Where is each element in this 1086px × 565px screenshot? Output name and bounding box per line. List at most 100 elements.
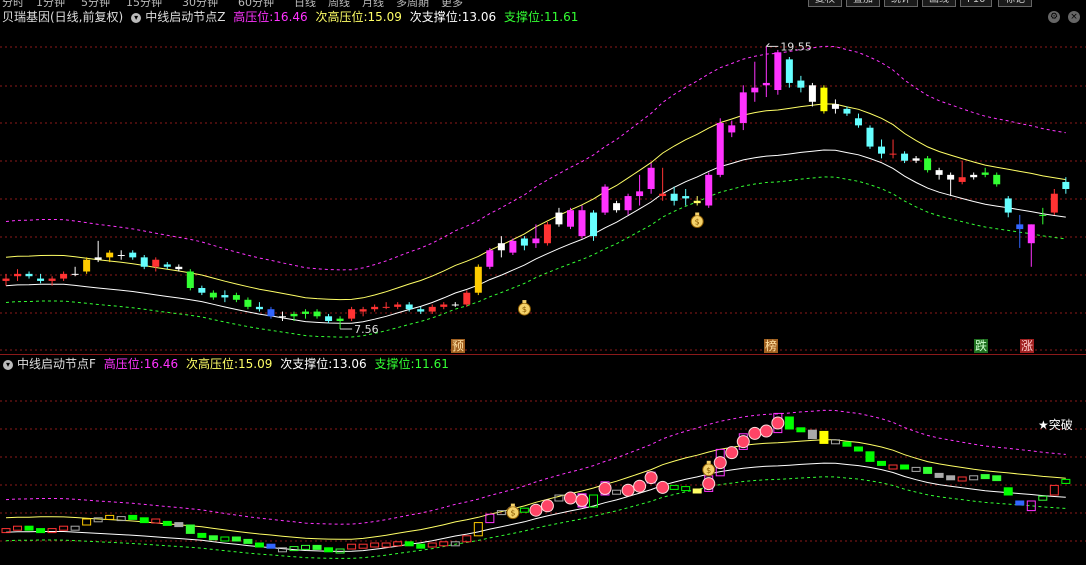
signal-box: [416, 543, 426, 549]
toolbar-tab[interactable]: 周线: [328, 0, 350, 7]
signal-box: [1049, 484, 1059, 496]
signal-box: [266, 543, 276, 549]
candle-body: [693, 200, 701, 204]
toolbar-tab[interactable]: 日线: [294, 0, 316, 7]
toolbar-button[interactable]: 画线: [922, 0, 956, 7]
candle-body: [520, 238, 528, 246]
candle-body: [71, 273, 79, 275]
candle-body: [394, 304, 402, 307]
indicator-name[interactable]: 中线启动节点Z: [145, 10, 225, 24]
candle-body: [970, 174, 978, 178]
peach-icon: [759, 424, 773, 438]
indicator-name-f[interactable]: 中线启动节点F: [17, 357, 96, 371]
candle-body: [440, 304, 448, 307]
candle-body: [532, 238, 540, 244]
signal-box: [900, 464, 910, 470]
candle-body: [2, 278, 10, 281]
toolbar-tab[interactable]: 15分钟: [126, 0, 162, 7]
sub-high-value: 15.09: [238, 357, 273, 371]
support-label: 支撑位:: [503, 10, 544, 24]
candle-body: [186, 271, 194, 288]
candle-body: [290, 313, 298, 317]
candle-body: [993, 174, 1001, 185]
close-icon[interactable]: ×: [1068, 11, 1080, 23]
candle-body: [912, 158, 920, 161]
signal-box: [865, 451, 875, 462]
candle-body: [140, 257, 148, 267]
signal-box: [243, 538, 253, 544]
toolbar-button[interactable]: 复权: [808, 0, 842, 7]
signal-box: [139, 517, 149, 524]
money-bag-icon: $: [690, 212, 704, 228]
support-line: [5, 476, 1066, 559]
toolbar-tab[interactable]: 60分钟: [238, 0, 274, 7]
candle-body: [278, 316, 286, 318]
signal-box: [324, 547, 334, 553]
candle-body: [774, 52, 782, 90]
candle-body: [474, 266, 482, 293]
toolbar-tab[interactable]: 多周期: [396, 0, 429, 7]
candle-body: [244, 299, 252, 307]
signal-box: [842, 441, 852, 447]
candle-body: [14, 273, 22, 277]
toolbar-tab[interactable]: 1分钟: [36, 0, 65, 7]
signal-box: [347, 543, 357, 550]
candle-body: [117, 255, 125, 256]
candle-body: [647, 167, 655, 189]
candle-body: [175, 266, 183, 270]
signal-tag-die: 跌: [975, 338, 987, 353]
signal-box: [312, 544, 322, 550]
candlestick-chart[interactable]: 19.55 7.56 $ $ 预 榜 跌 涨: [0, 24, 1086, 354]
candle-body: [163, 264, 171, 267]
stock-name[interactable]: 贝瑞基因(日线,前复权): [2, 10, 123, 24]
min-price-label: 7.56: [354, 323, 379, 336]
candle-body: [624, 196, 632, 211]
high-label: 高压位:: [103, 357, 144, 371]
signal-box: [888, 464, 898, 470]
peach-icon: [540, 499, 554, 513]
candle-body: [359, 309, 367, 312]
toolbar-tab[interactable]: 月线: [362, 0, 384, 7]
candle-body: [613, 203, 621, 211]
signal-box: [105, 514, 115, 520]
signal-box: [934, 472, 944, 478]
toolbar-button[interactable]: 统计: [884, 0, 918, 7]
money-bag-glyph: $: [706, 466, 711, 475]
peach-icon: [702, 477, 716, 491]
candle-body: [60, 273, 68, 279]
signal-box: [473, 522, 483, 537]
candle-body: [878, 146, 886, 154]
signal-box: [231, 536, 241, 542]
sub-high-label: 次高压位:: [185, 357, 239, 371]
gear-icon[interactable]: ⚙: [1048, 11, 1060, 23]
toolbar-button[interactable]: F10: [960, 0, 993, 7]
candle-body: [751, 87, 759, 93]
signal-box: [174, 522, 184, 528]
toolbar-tab[interactable]: 30分钟: [182, 0, 218, 7]
candle-body: [37, 278, 45, 281]
box-indicator-chart[interactable]: $ $ ★突破: [0, 373, 1086, 565]
candle-body: [463, 292, 471, 305]
signal-box: [404, 541, 414, 547]
toolbar-tab[interactable]: 5分钟: [81, 0, 110, 7]
chevron-down-icon[interactable]: ▾: [131, 12, 142, 23]
candle-body: [232, 295, 240, 300]
candle-body: [348, 309, 356, 319]
candle-body: [705, 174, 713, 206]
candle-body: [739, 92, 747, 123]
signal-box: [681, 486, 691, 492]
candle-body: [958, 177, 966, 182]
signal-box: [1015, 500, 1025, 506]
signal-box: [877, 460, 887, 466]
signal-box: [370, 542, 380, 548]
candle-body: [1050, 193, 1058, 213]
peach-icon: [529, 503, 543, 517]
chevron-down-icon[interactable]: ▾: [3, 359, 13, 370]
signal-box: [923, 466, 933, 474]
toolbar-tab[interactable]: 更多: [441, 0, 463, 7]
toolbar-button[interactable]: 标记: [998, 0, 1032, 7]
toolbar-button[interactable]: 叠加: [846, 0, 880, 7]
toolbar-tab[interactable]: 分时: [2, 0, 24, 7]
signal-box: [220, 536, 230, 542]
money-bag-neck: [522, 300, 527, 304]
